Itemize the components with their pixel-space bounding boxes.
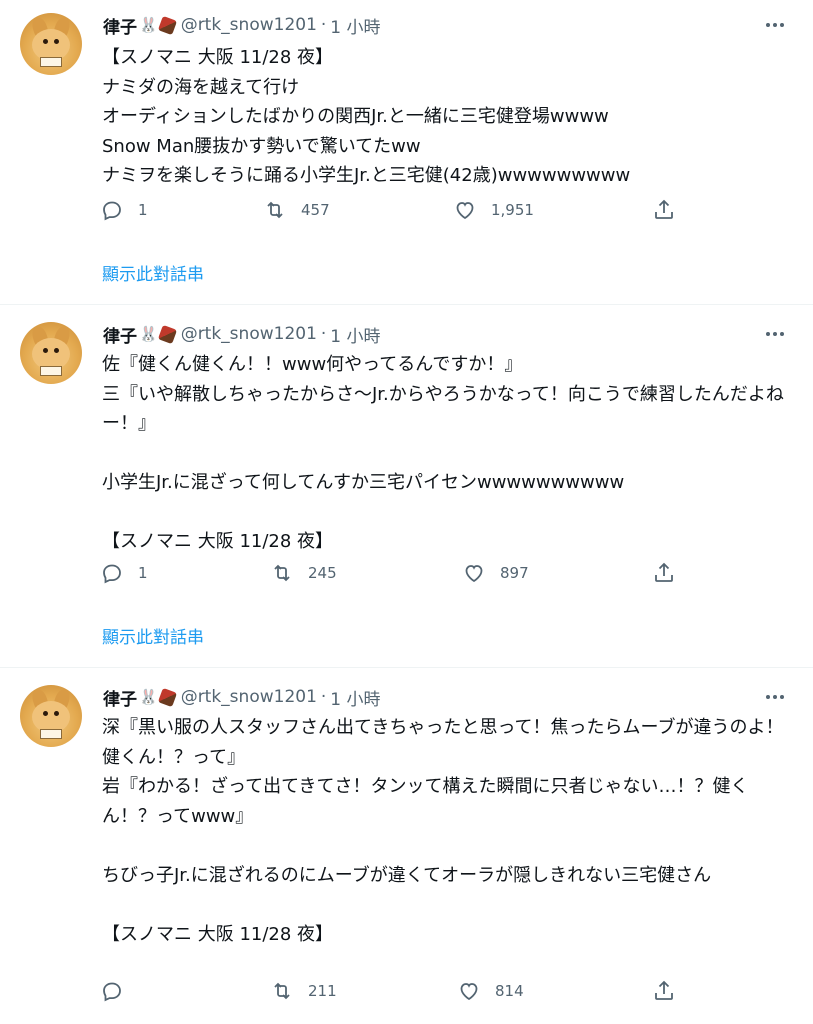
tweet-header: 律子 🐰 @rtk_snow1201 · 1 小時 — [103, 685, 381, 710]
reply-button[interactable]: 1 — [100, 558, 148, 588]
reply-icon — [103, 982, 121, 1002]
like-button[interactable]: 1,951 — [453, 195, 534, 225]
like-count: 814 — [495, 982, 524, 1000]
display-name[interactable]: 律子 — [103, 685, 137, 710]
tweet-text: 【スノマニ 大阪 11/28 夜】 ナミダの海を越えて行け オーディションしたば… — [102, 47, 631, 186]
more-options-icon[interactable] — [760, 13, 790, 37]
heart-icon — [465, 565, 483, 583]
tweet-text: 佐『健くん健くん！！www何やってるんですか！』 三『いや解散しちゃったからさ〜… — [102, 354, 784, 552]
user-handle[interactable]: @rtk_snow1201 — [181, 324, 317, 344]
share-icon — [655, 562, 673, 582]
like-count: 1,951 — [491, 201, 534, 219]
tweet[interactable]: 律子 🐰 @rtk_snow1201 · 1 小時 深『黒い服の人スタッフさん出… — [0, 668, 813, 1024]
retweet-button[interactable]: 457 — [263, 195, 330, 225]
retweet-icon — [274, 982, 290, 1000]
user-handle[interactable]: @rtk_snow1201 — [181, 15, 317, 35]
like-count: 897 — [500, 564, 529, 582]
more-options-icon[interactable] — [760, 685, 790, 709]
display-name[interactable]: 律子 — [103, 13, 137, 38]
reply-count: 1 — [138, 564, 148, 582]
share-button[interactable] — [652, 976, 676, 1006]
heart-icon — [460, 983, 478, 1001]
rabbit-chocolate-emoji-icon: 🐰 — [139, 15, 177, 35]
reply-count: 1 — [138, 201, 148, 219]
tweet[interactable]: 律子 🐰 @rtk_snow1201 · 1 小時 佐『健くん健くん！！www何… — [0, 305, 813, 667]
retweet-count: 245 — [308, 564, 337, 582]
more-options-icon[interactable] — [760, 322, 790, 346]
separator-dot: · — [320, 687, 327, 707]
retweet-icon — [274, 564, 290, 582]
reply-icon — [103, 564, 121, 584]
timestamp[interactable]: 1 小時 — [330, 13, 380, 38]
retweet-button[interactable]: 211 — [270, 976, 337, 1006]
timestamp[interactable]: 1 小時 — [330, 322, 380, 347]
retweet-button[interactable]: 245 — [270, 558, 337, 588]
show-thread-link[interactable]: 顯示此對話串 — [102, 623, 204, 648]
action-bar: 1 457 1,951 — [100, 195, 700, 225]
avatar[interactable] — [20, 322, 82, 384]
share-button[interactable] — [652, 558, 676, 588]
retweet-count: 211 — [308, 982, 337, 1000]
like-button[interactable]: 897 — [462, 558, 529, 588]
reply-button[interactable] — [100, 976, 138, 1006]
user-handle[interactable]: @rtk_snow1201 — [181, 687, 317, 707]
retweet-icon — [267, 201, 283, 219]
share-icon — [655, 199, 673, 219]
separator-dot: · — [320, 324, 327, 344]
rabbit-chocolate-emoji-icon: 🐰 — [139, 687, 177, 707]
separator-dot: · — [320, 15, 327, 35]
tweet-header: 律子 🐰 @rtk_snow1201 · 1 小時 — [103, 322, 381, 347]
timestamp[interactable]: 1 小時 — [330, 685, 380, 710]
tweet-header: 律子 🐰 @rtk_snow1201 · 1 小時 — [103, 13, 381, 38]
display-name[interactable]: 律子 — [103, 322, 137, 347]
action-bar: 211 814 — [100, 976, 700, 1006]
retweet-count: 457 — [301, 201, 330, 219]
avatar[interactable] — [20, 685, 82, 747]
heart-icon — [456, 202, 474, 220]
share-button[interactable] — [652, 195, 676, 225]
action-bar: 1 245 897 — [100, 558, 700, 588]
share-icon — [655, 980, 673, 1000]
rabbit-chocolate-emoji-icon: 🐰 — [139, 324, 177, 344]
tweet-text: 深『黒い服の人スタッフさん出てきちゃったと思って！焦ったらムーブが違うのよ！健く… — [102, 717, 784, 945]
tweet[interactable]: 律子 🐰 @rtk_snow1201 · 1 小時 【スノマニ 大阪 11/28… — [0, 0, 813, 305]
avatar[interactable] — [20, 13, 82, 75]
reply-icon — [103, 201, 121, 221]
reply-button[interactable]: 1 — [100, 195, 148, 225]
like-button[interactable]: 814 — [457, 976, 524, 1006]
show-thread-link[interactable]: 顯示此對話串 — [102, 260, 204, 285]
